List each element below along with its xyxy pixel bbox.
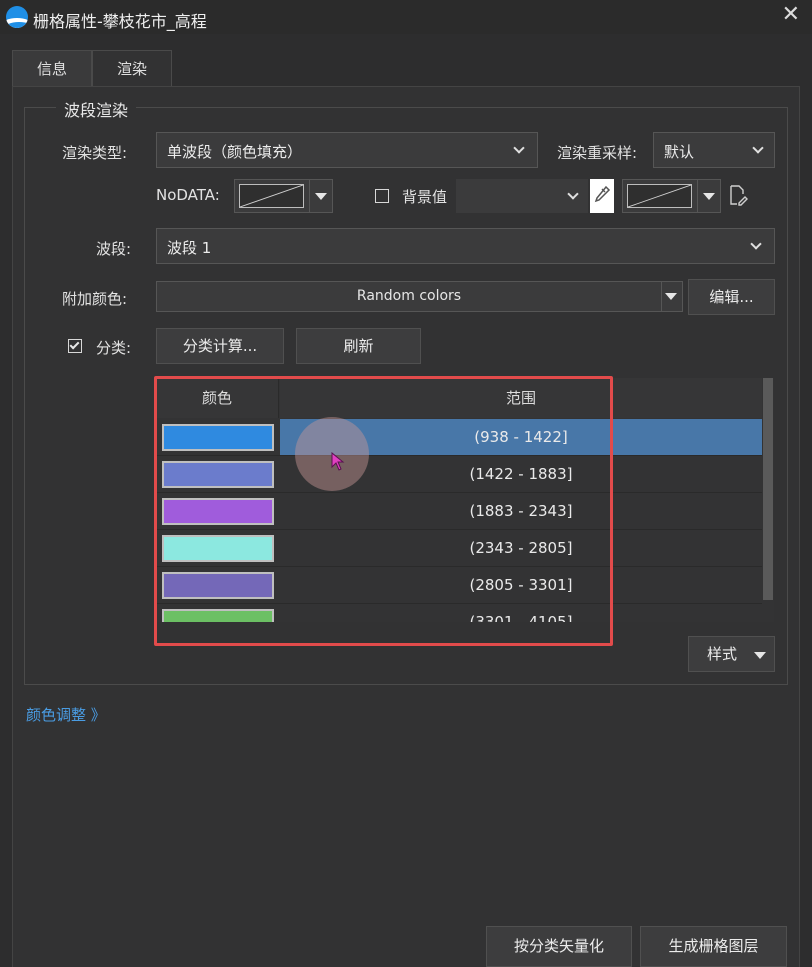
triangle-down-icon [754,652,766,659]
eyedropper-icon [594,185,611,203]
edit-button[interactable]: 编辑... [688,279,775,315]
annotation-red-box [154,376,613,646]
style-dropdown[interactable]: 样式 [688,636,775,672]
group-title: 波段渲染 [56,97,137,121]
background-value-select[interactable] [456,179,588,213]
eyedropper-button[interactable] [590,179,614,213]
band-label: 波段: [96,240,132,258]
classify-calc-button[interactable]: 分类计算... [156,328,284,364]
nodata-swatch [239,184,304,208]
classify-label: 分类: [96,339,132,357]
chevron-down-icon [513,142,525,154]
background-checkbox[interactable] [375,189,389,203]
edit-file-button[interactable] [728,184,748,208]
chevron-down-icon [567,188,579,200]
generate-raster-layer-button[interactable]: 生成栅格图层 [640,926,787,967]
chevron-down-icon [752,142,764,154]
vectorize-by-class-button[interactable]: 按分类矢量化 [486,926,632,967]
tab-render[interactable]: 渲染 [92,50,172,86]
background-color-picker[interactable] [622,179,721,213]
no-color-icon [627,184,692,208]
chevron-down-icon [750,238,762,250]
check-icon [69,339,80,350]
band-select[interactable]: 波段 1 [156,228,775,264]
edit-file-icon [730,185,748,206]
resample-value: 默认 [664,143,695,161]
style-label: 样式 [707,645,738,663]
table-scrollbar[interactable] [763,378,773,600]
close-button[interactable]: ✕ [782,2,800,27]
color-adjust-link[interactable]: 颜色调整 》 [26,704,106,725]
resample-label: 渲染重采样: [557,144,638,162]
band-value: 波段 1 [167,239,212,257]
background-label: 背景值 [402,188,448,206]
render-type-select[interactable]: 单波段（颜色填充） [156,132,538,168]
color-ramp-value: Random colors [356,288,462,304]
classify-checkbox[interactable] [68,339,82,353]
tab-bar: 信息 渲染 [12,50,172,86]
color-ramp-select[interactable]: Random colors [156,281,683,312]
nodata-label: NoDATA: [156,186,220,204]
render-type-value: 单波段（颜色填充） [167,143,303,161]
triangle-down-icon [665,293,677,300]
resample-select[interactable]: 默认 [653,132,775,168]
no-color-icon [239,184,304,208]
app-logo-icon [6,6,28,28]
nodata-color-picker[interactable] [234,179,333,213]
triangle-down-icon [703,193,715,200]
background-swatch [627,184,692,208]
tab-info[interactable]: 信息 [12,50,92,86]
render-type-label: 渲染类型: [62,144,128,162]
refresh-button[interactable]: 刷新 [296,328,421,364]
window-title: 栅格属性-攀枝花市_高程 [33,12,207,31]
extra-color-label: 附加颜色: [62,290,128,308]
title-bar: 栅格属性-攀枝花市_高程 ✕ [0,0,812,34]
triangle-down-icon [315,193,327,200]
